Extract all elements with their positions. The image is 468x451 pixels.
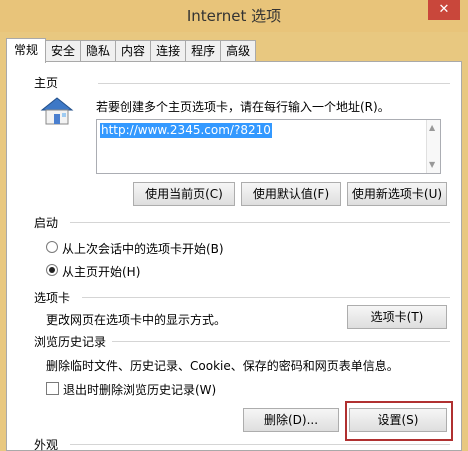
- radio-home-page-label: 从主页开始(H): [62, 265, 141, 279]
- tabs-section-label: 选项卡: [34, 291, 71, 305]
- home-page-urls-input[interactable]: http://www.2345.com/?8210 ▲ ▼: [96, 119, 441, 174]
- tab-bar: 常规 安全 隐私 内容 连接 程序 高级: [6, 38, 257, 63]
- appearance-divider: [70, 444, 450, 445]
- home-page-url-value: http://www.2345.com/?8210: [100, 123, 272, 138]
- appearance-section-label: 外观: [34, 438, 59, 451]
- close-button[interactable]: ✕: [428, 0, 460, 20]
- home-description: 若要创建多个主页选项卡，请在每行输入一个地址(R)。: [96, 100, 390, 114]
- use-current-button[interactable]: 使用当前页(C): [133, 182, 235, 206]
- tab-connections[interactable]: 连接: [150, 40, 187, 62]
- textarea-scrollbar[interactable]: ▲ ▼: [426, 120, 440, 173]
- delete-on-exit-checkbox[interactable]: [46, 382, 59, 395]
- tab-content[interactable]: 内容: [115, 40, 152, 62]
- use-default-button[interactable]: 使用默认值(F): [241, 182, 341, 206]
- tabs-settings-button[interactable]: 选项卡(T): [347, 305, 447, 329]
- history-section-label: 浏览历史记录: [34, 335, 107, 349]
- title-bar: Internet 选项 ✕: [0, 0, 468, 32]
- scroll-up-icon[interactable]: ▲: [429, 123, 435, 132]
- window-title: Internet 选项: [186, 7, 282, 25]
- tab-privacy[interactable]: 隐私: [80, 40, 117, 62]
- tabs-description: 更改网页在选项卡中的显示方式。: [46, 313, 227, 327]
- home-divider: [98, 83, 450, 84]
- history-settings-button[interactable]: 设置(S): [349, 408, 447, 432]
- tab-security[interactable]: 安全: [45, 40, 82, 62]
- startup-section-label: 启动: [34, 216, 59, 230]
- tabs-divider: [82, 297, 450, 298]
- history-description: 删除临时文件、历史记录、Cookie、保存的密码和网页表单信息。: [46, 359, 399, 373]
- tab-general[interactable]: 常规: [6, 38, 47, 63]
- startup-divider: [70, 222, 450, 223]
- scroll-down-icon[interactable]: ▼: [429, 160, 435, 169]
- home-section-label: 主页: [34, 76, 59, 90]
- house-icon: [40, 97, 74, 125]
- tab-programs[interactable]: 程序: [185, 40, 222, 62]
- delete-history-button[interactable]: 删除(D)...: [243, 408, 339, 432]
- tab-advanced[interactable]: 高级: [220, 40, 257, 62]
- radio-home-page[interactable]: [46, 264, 58, 276]
- history-divider: [112, 341, 450, 342]
- use-new-tab-button[interactable]: 使用新选项卡(U): [347, 182, 447, 206]
- radio-selected-dot: [49, 267, 55, 273]
- radio-last-session-label: 从上次会话中的选项卡开始(B): [62, 242, 224, 256]
- radio-last-session[interactable]: [46, 241, 58, 253]
- delete-on-exit-label: 退出时删除浏览历史记录(W): [63, 383, 217, 397]
- close-icon: ✕: [438, 2, 450, 17]
